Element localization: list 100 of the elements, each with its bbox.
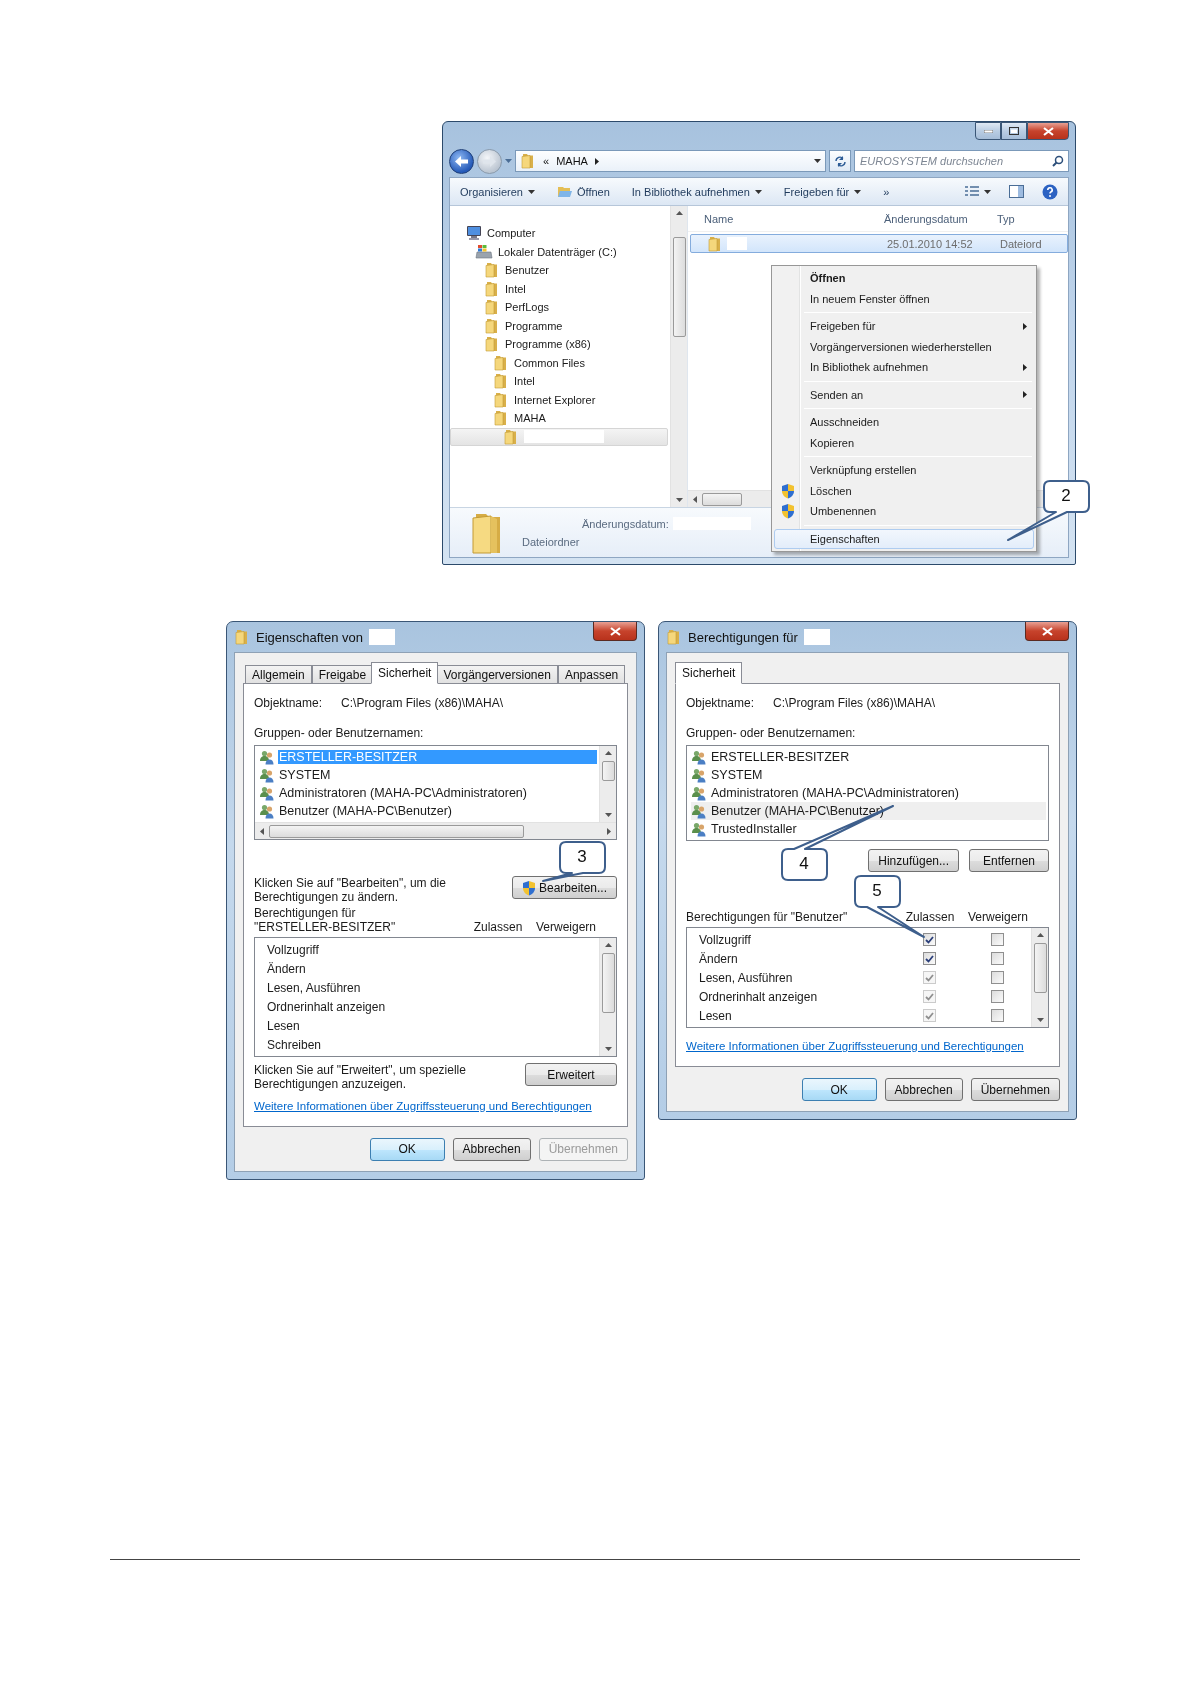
scroll-down-icon[interactable] [604, 813, 612, 817]
tab[interactable]: Sicherheit [675, 662, 743, 684]
list-button[interactable]: Hinzufügen... [868, 849, 959, 872]
scroll-down-icon[interactable] [675, 498, 683, 502]
scroll-up-icon[interactable] [675, 211, 683, 215]
address-bar[interactable]: « MAHA [515, 150, 826, 172]
menu-item[interactable]: Öffnen [774, 268, 1034, 289]
user-item[interactable]: SYSTEM [691, 766, 1046, 784]
dialog-button[interactable]: OK [369, 1137, 445, 1161]
menu-item[interactable]: Eigenschaften [774, 528, 1034, 549]
dialog-button[interactable]: OK [801, 1078, 877, 1101]
scroll-up-icon[interactable] [604, 751, 612, 755]
toolbar-button[interactable]: Öffnen [557, 185, 610, 198]
close-button[interactable] [1025, 622, 1069, 641]
advanced-button[interactable]: Erweitert [525, 1063, 617, 1087]
user-item[interactable]: ERSTELLER-BESITZER [691, 748, 1046, 766]
scrollbar-thumb[interactable] [601, 761, 615, 781]
checkbox[interactable] [922, 952, 936, 965]
user-item[interactable]: Benutzer (MAHA-PC\Benutzer) [259, 802, 597, 820]
scroll-up-icon[interactable] [604, 943, 612, 948]
view-button[interactable] [965, 186, 991, 197]
tab[interactable]: Vorgängerversionen [436, 665, 558, 684]
callout-number: 5 [871, 881, 883, 901]
tab[interactable]: Freigabe [311, 665, 374, 684]
help-button[interactable] [1042, 183, 1058, 200]
tab[interactable]: Anpassen [557, 665, 626, 684]
callout-number: 2 [1060, 486, 1072, 506]
breadcrumb[interactable]: « [543, 155, 550, 167]
scrollbar-thumb[interactable] [702, 492, 742, 506]
scroll-right-icon[interactable] [607, 827, 611, 835]
user-item[interactable]: Benutzer (MAHA-PC\Benutzer) [691, 802, 1046, 820]
scroll-down-icon[interactable] [604, 1047, 612, 1052]
help-link[interactable]: Weitere Informationen über Zugriffssteuerung und Berechtigungen [254, 1099, 617, 1112]
column-header[interactable]: Typ [997, 212, 1068, 225]
dialog-button[interactable]: Abbrechen [884, 1078, 963, 1101]
tree-item[interactable]: Intel [450, 372, 668, 391]
minimize-icon [983, 129, 993, 133]
breadcrumb[interactable]: MAHA [556, 155, 588, 167]
tab[interactable]: Sicherheit [371, 662, 439, 684]
menu-item[interactable]: Umbenennen [774, 501, 1034, 522]
user-item[interactable]: TrustedInstaller [691, 820, 1046, 838]
checkbox[interactable] [990, 933, 1004, 946]
scroll-up-icon[interactable] [1036, 933, 1044, 937]
toolbar-button[interactable]: » [883, 185, 890, 198]
scrollbar-thumb[interactable] [1033, 943, 1047, 993]
user-item[interactable]: Administratoren (MAHA-PC\Administratoren) [691, 784, 1046, 802]
minimize-button[interactable] [975, 122, 1001, 140]
tree-item[interactable]: Internet Explorer [450, 390, 668, 409]
scroll-left-icon[interactable] [260, 827, 264, 835]
tree-item[interactable]: Programme [450, 316, 668, 335]
tree-item[interactable]: Intel [450, 279, 668, 298]
drive-icon [475, 243, 493, 260]
checkbox[interactable] [990, 952, 1004, 965]
close-button[interactable] [1027, 122, 1069, 140]
checkbox[interactable] [990, 990, 1004, 1003]
menu-item[interactable]: Löschen [774, 480, 1034, 501]
checkbox[interactable] [990, 971, 1004, 984]
toolbar-button[interactable]: Freigeben für [783, 185, 862, 198]
view-list-icon [965, 186, 979, 197]
maximize-button[interactable] [1001, 122, 1027, 140]
tree-item[interactable]: Benutzer [450, 261, 668, 280]
column-header[interactable]: Name [704, 212, 884, 225]
file-row[interactable]: 25.01.2010 14:52 Dateiord [690, 234, 1068, 253]
list-button[interactable]: Entfernen [969, 849, 1049, 872]
back-button[interactable] [449, 148, 474, 174]
menu-item[interactable]: Senden an [774, 384, 1034, 405]
menu-item[interactable]: Vorgängerversionen wiederherstellen [774, 336, 1034, 357]
scroll-left-icon[interactable] [693, 495, 697, 503]
help-link[interactable]: Weitere Informationen über Zugriffssteuerung und Berechtigungen [686, 1040, 1049, 1052]
menu-item[interactable]: Ausschneiden [774, 412, 1034, 433]
scrollbar-thumb[interactable] [601, 953, 615, 1014]
tree-item[interactable]: MAHA [450, 409, 668, 428]
menu-item[interactable]: In neuem Fenster öffnen [774, 288, 1034, 309]
tab[interactable]: Allgemein [245, 665, 312, 684]
toolbar-button[interactable]: Organisieren [460, 185, 535, 198]
tree-item[interactable]: Computer [450, 224, 668, 243]
checkbox[interactable] [922, 933, 936, 946]
user-item[interactable]: SYSTEM [259, 766, 597, 784]
dialog-button[interactable]: Übernehmen [970, 1078, 1060, 1101]
checkbox[interactable] [990, 1009, 1004, 1022]
tree-item[interactable]: Programme (x86) [450, 335, 668, 354]
user-item[interactable]: Administratoren (MAHA-PC\Administratoren) [259, 784, 597, 802]
tree-item[interactable]: Lokaler Datenträger (C:) [450, 242, 668, 261]
menu-item[interactable]: Freigeben für [774, 316, 1034, 337]
scrollbar-thumb[interactable] [269, 824, 524, 838]
tree-item[interactable]: Common Files [450, 353, 668, 372]
menu-item[interactable]: In Bibliothek aufnehmen [774, 357, 1034, 378]
search-field[interactable]: EUROSYSTEM durchsuchen [854, 150, 1069, 172]
scroll-down-icon[interactable] [1036, 1018, 1044, 1022]
edit-button[interactable]: Bearbeiten... [511, 876, 617, 899]
column-header[interactable]: Änderungsdatum [884, 212, 997, 225]
toolbar-button[interactable]: In Bibliothek aufnehmen [631, 185, 762, 198]
close-button[interactable] [593, 622, 637, 641]
menu-item[interactable]: Verknüpfung erstellen [774, 460, 1034, 481]
tree-item[interactable]: PerfLogs [450, 298, 668, 317]
menu-item[interactable]: Kopieren [774, 432, 1034, 453]
refresh-button[interactable] [829, 150, 851, 172]
dialog-button[interactable]: Abbrechen [452, 1137, 531, 1161]
scrollbar-thumb[interactable] [672, 237, 686, 337]
preview-pane-button[interactable] [1009, 185, 1024, 198]
